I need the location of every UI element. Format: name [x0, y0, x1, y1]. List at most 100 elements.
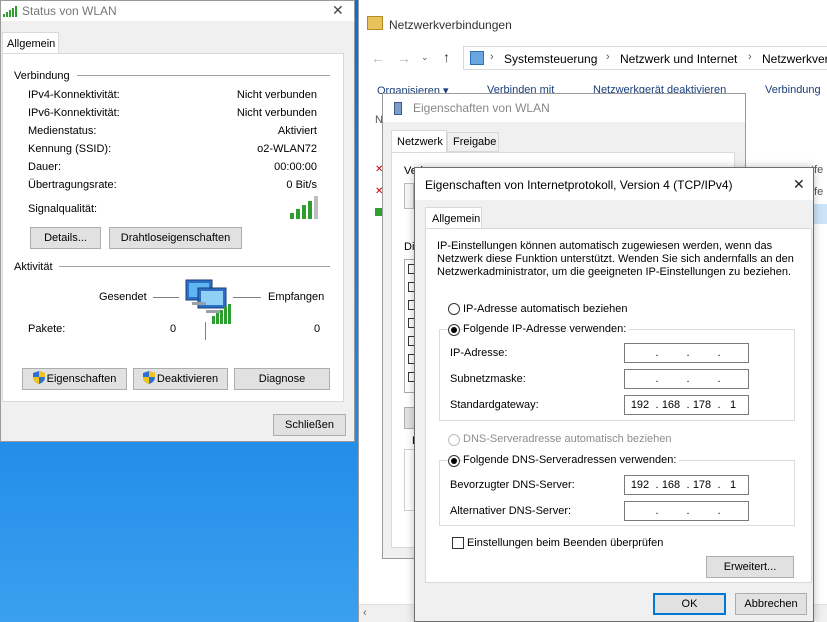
- close-button[interactable]: Schließen: [273, 414, 346, 436]
- breadcrumb-item[interactable]: Netzwerkverb: [762, 52, 827, 66]
- ip-address-label: IP-Adresse:: [450, 347, 508, 359]
- ip-dot: .: [655, 505, 659, 517]
- nav-back-icon[interactable]: ←: [371, 50, 385, 66]
- row-value: 0 Bit/s: [286, 179, 317, 191]
- ip-dot: .: [717, 373, 721, 385]
- explorer-titlebar: Netzwerkverbindungen: [359, 0, 827, 46]
- ip-address-field[interactable]: . . .: [624, 343, 749, 363]
- row-label: Übertragungsrate:: [28, 179, 117, 191]
- network-computers-icon: [185, 279, 231, 324]
- divider: [77, 75, 330, 76]
- signal-quality-icon: [290, 196, 318, 219]
- radio-auto-dns[interactable]: [448, 434, 460, 446]
- close-icon[interactable]: ✕: [332, 2, 344, 19]
- disable-button[interactable]: Deaktivieren: [133, 368, 228, 390]
- nav-dropdown-icon[interactable]: ⌄: [421, 52, 429, 63]
- radio-auto-dns-label: DNS-Serveradresse automatisch beziehen: [463, 433, 672, 445]
- ok-button[interactable]: OK: [653, 593, 726, 615]
- ip-dot: .: [717, 347, 721, 359]
- ip-octet: 168: [661, 479, 681, 491]
- nav-up-icon[interactable]: ↑: [443, 49, 450, 65]
- packets-label: Pakete:: [28, 323, 66, 335]
- radio-manual-dns-label: Folgende DNS-Serveradressen verwenden:: [463, 454, 680, 466]
- row-value: o2-WLAN72: [257, 143, 317, 155]
- scroll-left-icon[interactable]: ‹: [363, 607, 367, 619]
- tab-label: Allgemein: [432, 213, 481, 225]
- control-panel-icon: [470, 51, 484, 65]
- radio-manual-ip-label: Folgende IP-Adresse verwenden:: [463, 323, 630, 335]
- activity-line-left: [153, 297, 179, 298]
- wlan-props-title: Eigenschaften von WLAN: [413, 101, 550, 115]
- packets-sent: 0: [170, 323, 177, 335]
- uac-shield-icon: [32, 371, 45, 384]
- wlan-status-window: Status von WLAN ✕ Allgemein Verbindung I…: [0, 0, 355, 442]
- sent-label: Gesendet: [99, 291, 147, 303]
- row-label: IPv6-Konnektivität:: [28, 107, 120, 119]
- advanced-button[interactable]: Erweitert...: [706, 556, 794, 578]
- wireless-properties-button[interactable]: Drahtloseigenschaften: [109, 227, 242, 249]
- packets-received: 0: [314, 323, 321, 335]
- nav-forward-icon[interactable]: →: [397, 50, 411, 66]
- preferred-dns-field[interactable]: 192. 168. 178. 1: [624, 475, 749, 495]
- ipv4-properties-dialog: Eigenschaften von Internetprotokoll, Ver…: [414, 167, 814, 622]
- activity-line-right: [233, 297, 261, 298]
- tab-allgemein[interactable]: Allgemein: [425, 207, 482, 230]
- alternate-dns-field[interactable]: . . .: [624, 501, 749, 521]
- wlan-props-titlebar: Eigenschaften von WLAN: [383, 94, 745, 122]
- validate-settings-checkbox[interactable]: [452, 537, 464, 549]
- row-value: Nicht verbunden: [236, 89, 317, 101]
- ip-dot: .: [686, 373, 690, 385]
- tab-freigabe[interactable]: Freigabe: [447, 132, 499, 152]
- explorer-title: Netzwerkverbindungen: [389, 18, 512, 32]
- tab-netzwerk[interactable]: Netzwerk: [391, 130, 447, 153]
- uac-shield-icon: [142, 371, 155, 384]
- row-label: Dauer:: [28, 161, 62, 173]
- packets-divider: [205, 322, 206, 340]
- tab-label: Freigabe: [453, 136, 497, 148]
- cancel-button[interactable]: Abbrechen: [735, 593, 807, 615]
- details-button[interactable]: Details...: [30, 227, 101, 249]
- radio-auto-ip[interactable]: [448, 303, 460, 315]
- ip-octet: 192: [630, 399, 650, 411]
- ip-octet: 168: [661, 399, 681, 411]
- adapter-box: [404, 183, 414, 209]
- gateway-field[interactable]: 192. 168. 178. 1: [624, 395, 749, 415]
- breadcrumb-sep-icon: ›: [606, 51, 610, 63]
- network-folder-icon: [367, 16, 383, 30]
- properties-button[interactable]: Eigenschaften: [22, 368, 127, 390]
- tab-label: Netzwerk: [397, 136, 443, 148]
- status-titlebar: Status von WLAN ✕: [1, 1, 354, 21]
- ip-dot: .: [686, 347, 690, 359]
- diagnose-button[interactable]: Diagnose: [234, 368, 330, 390]
- row-value: Aktiviert: [277, 125, 317, 137]
- ipv4-titlebar: Eigenschaften von Internetprotokoll, Ver…: [415, 168, 813, 200]
- ip-octet: 178: [692, 479, 712, 491]
- validate-settings-label: Einstellungen beim Beenden überprüfen: [467, 537, 664, 549]
- address-bar[interactable]: › Systemsteuerung › Netzwerk und Interne…: [463, 46, 827, 70]
- ipv4-title: Eigenschaften von Internetprotokoll, Ver…: [425, 178, 733, 192]
- tab-label: Allgemein: [7, 38, 56, 50]
- ip-dot: .: [686, 505, 690, 517]
- row-label: Kennung (SSID):: [28, 143, 112, 155]
- activity-header: Aktivität: [14, 261, 53, 273]
- adapter-icon: [394, 102, 402, 115]
- ipv4-description: IP-Einstellungen können automatisch zuge…: [437, 240, 794, 278]
- breadcrumb-item[interactable]: Systemsteuerung: [504, 52, 597, 66]
- radio-manual-ip[interactable]: [448, 324, 460, 336]
- disable-label: Deaktivieren: [156, 373, 219, 385]
- ip-dot: .: [717, 505, 721, 517]
- radio-manual-dns[interactable]: [448, 455, 460, 467]
- tab-allgemein[interactable]: Allgemein: [2, 32, 59, 54]
- close-icon[interactable]: ✕: [793, 176, 805, 193]
- breadcrumb-item[interactable]: Netzwerk und Internet: [620, 52, 737, 66]
- divider: [59, 266, 330, 267]
- row-label: Medienstatus:: [28, 125, 97, 137]
- properties-label: Eigenschaften: [46, 373, 117, 385]
- radio-auto-ip-label: IP-Adresse automatisch beziehen: [463, 303, 628, 315]
- subnet-field[interactable]: . . .: [624, 369, 749, 389]
- ip-octet: 192: [630, 479, 650, 491]
- ip-dot: .: [655, 347, 659, 359]
- status-panel: Verbindung IPv4-Konnektivität: Nicht ver…: [2, 53, 344, 402]
- row-value: Nicht verbunden: [236, 107, 317, 119]
- toolbar-connection[interactable]: Verbindung: [765, 84, 821, 96]
